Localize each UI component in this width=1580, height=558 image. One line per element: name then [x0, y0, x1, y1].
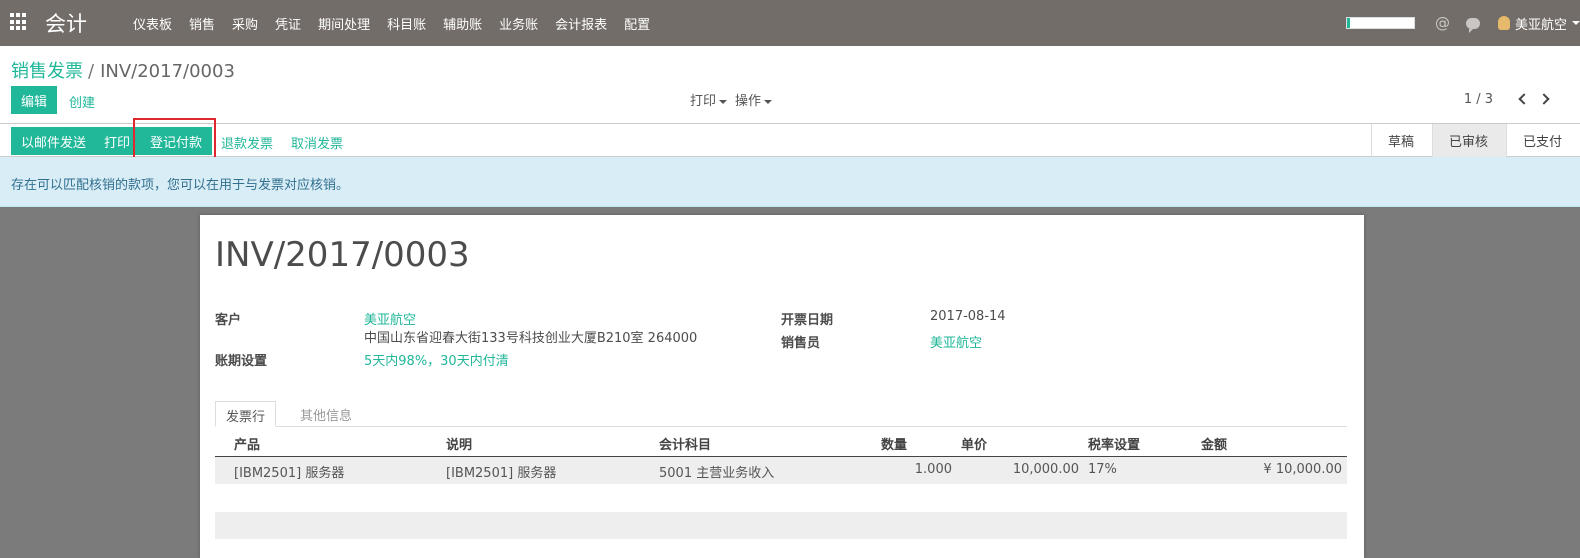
pager-value[interactable]: 1 / 3 — [1464, 92, 1493, 107]
main-menu: 仪表板 销售 采购 凭证 期间处理 科目账 辅助账 业务账 会计报表 配置 — [133, 0, 667, 46]
menu-period-processing[interactable]: 期间处理 — [318, 14, 370, 33]
top-navbar: 会计 仪表板 销售 采购 凭证 期间处理 科目账 辅助账 业务账 会计报表 配置… — [0, 0, 1580, 46]
salesperson-label: 销售员 — [781, 336, 821, 351]
menu-vouchers[interactable]: 凭证 — [275, 14, 301, 33]
menu-account-ledger[interactable]: 科目账 — [387, 14, 426, 33]
cell-account: 5001 主营业务收入 — [659, 466, 775, 481]
apps-grid-icon[interactable] — [10, 13, 28, 31]
menu-auxiliary-ledger[interactable]: 辅助账 — [443, 14, 482, 33]
menu-accounting-reports[interactable]: 会计报表 — [555, 14, 607, 33]
invoice-date-value: 2017-08-14 — [930, 309, 1006, 324]
pager-previous-button[interactable] — [1513, 90, 1531, 108]
column-header-account[interactable]: 会计科目 — [659, 434, 711, 453]
at-icon[interactable]: @ — [1435, 14, 1450, 32]
form-statusbar: 以邮件发送 打印 登记付款 退款发票 取消发票 草稿 已审核 已支付 — [0, 124, 1580, 157]
menu-configuration[interactable]: 配置 — [624, 14, 650, 33]
status-step-paid: 已支付 — [1505, 124, 1580, 157]
status-steps: 草稿 已审核 已支付 — [1370, 124, 1580, 157]
pager-next-button[interactable] — [1537, 90, 1555, 108]
app-brand: 会计 — [45, 12, 87, 36]
column-header-product[interactable]: 产品 — [234, 434, 260, 453]
invoice-form-sheet: INV/2017/0003 客户 美亚航空 中国山东省迎春大街133号科技创业大… — [200, 215, 1364, 558]
cell-quantity: 1.000 — [914, 462, 952, 477]
chevron-right-icon — [1538, 93, 1550, 105]
invoice-number-title: INV/2017/0003 — [215, 235, 470, 275]
column-header-quantity[interactable]: 数量 — [881, 434, 907, 453]
breadcrumb: 销售发票 / INV/2017/0003 — [11, 57, 235, 83]
cell-amount: ¥ 10,000.00 — [1263, 462, 1342, 477]
caret-down-icon — [719, 99, 728, 104]
cell-taxes: 17% — [1088, 462, 1117, 477]
sidebar-dropdowns: 打印 操作 — [690, 90, 780, 109]
customer-address: 中国山东省迎春大街133号科技创业大厦B210室 264000 — [364, 331, 698, 346]
status-step-draft: 草稿 — [1387, 135, 1414, 150]
invoice-lines-table: 产品 说明 会计科目 数量 单价 税率设置 金额 [IBM2501] 服务器 [… — [215, 427, 1347, 484]
notebook-tabs: 发票行 其他信息 — [215, 401, 1347, 427]
action-dropdown[interactable]: 操作 — [735, 90, 773, 109]
column-header-taxes[interactable]: 税率设置 — [1088, 434, 1140, 453]
menu-purchase[interactable]: 采购 — [232, 14, 258, 33]
send-email-button[interactable]: 以邮件发送 — [11, 127, 97, 155]
menu-sales[interactable]: 销售 — [189, 14, 215, 33]
navbar-right: @ 美亚航空 — [1345, 0, 1580, 46]
cell-unit-price: 10,000.00 — [1012, 462, 1079, 477]
table-footer-row — [215, 512, 1347, 539]
tab-invoice-lines[interactable]: 发票行 — [215, 401, 277, 427]
cancel-invoice-button[interactable]: 取消发票 — [291, 133, 343, 152]
action-dropdown-label: 操作 — [735, 94, 762, 109]
invoice-date-label: 开票日期 — [781, 313, 834, 328]
cell-product: [IBM2501] 服务器 — [234, 466, 345, 481]
user-menu[interactable]: 美亚航空 — [1515, 14, 1567, 33]
payment-term-link[interactable]: 5天内98%，30天内付清 — [364, 350, 509, 369]
customer-link[interactable]: 美亚航空 — [364, 309, 416, 328]
refund-invoice-button[interactable]: 退款发票 — [221, 133, 273, 152]
user-avatar-icon[interactable] — [1497, 16, 1510, 30]
column-header-unit-price[interactable]: 单价 — [961, 434, 987, 453]
cell-description: [IBM2501] 服务器 — [446, 466, 557, 481]
breadcrumb-separator: / — [88, 61, 95, 82]
customer-label: 客户 — [215, 313, 242, 328]
tab-other-info[interactable]: 其他信息 — [290, 401, 362, 427]
progress-bar — [1345, 17, 1415, 29]
outstanding-payments-alert: 存在可以匹配核销的款项，您可以在用于与发票对应核销。 — [0, 157, 1580, 207]
breadcrumb-parent[interactable]: 销售发票 — [11, 61, 83, 82]
table-header: 产品 说明 会计科目 数量 单价 税率设置 金额 — [215, 427, 1347, 457]
chat-icon[interactable] — [1465, 17, 1480, 33]
register-payment-button[interactable]: 登记付款 — [140, 127, 213, 155]
pager: 1 / 3 — [1464, 90, 1555, 108]
menu-business-ledger[interactable]: 业务账 — [499, 14, 538, 33]
column-header-description[interactable]: 说明 — [446, 434, 472, 453]
column-header-amount[interactable]: 金额 — [1201, 434, 1227, 453]
status-step-validated: 已审核 — [1431, 124, 1506, 157]
create-button[interactable]: 创建 — [69, 92, 95, 111]
payment-term-label: 账期设置 — [215, 354, 268, 369]
control-panel: 销售发票 / INV/2017/0003 编辑 创建 打印 操作 1 / 3 — [0, 46, 1580, 124]
menu-dashboard[interactable]: 仪表板 — [133, 14, 172, 33]
print-button[interactable]: 打印 — [94, 127, 141, 155]
print-dropdown[interactable]: 打印 — [690, 90, 728, 109]
caret-down-icon[interactable] — [1572, 21, 1580, 25]
chevron-left-icon — [1518, 93, 1530, 105]
table-row[interactable]: [IBM2501] 服务器 [IBM2501] 服务器 5001 主营业务收入 … — [215, 457, 1347, 484]
caret-down-icon — [764, 99, 773, 104]
print-dropdown-label: 打印 — [690, 94, 717, 109]
edit-button[interactable]: 编辑 — [11, 86, 58, 114]
breadcrumb-current: INV/2017/0003 — [100, 61, 235, 82]
salesperson-link[interactable]: 美亚航空 — [930, 332, 982, 351]
